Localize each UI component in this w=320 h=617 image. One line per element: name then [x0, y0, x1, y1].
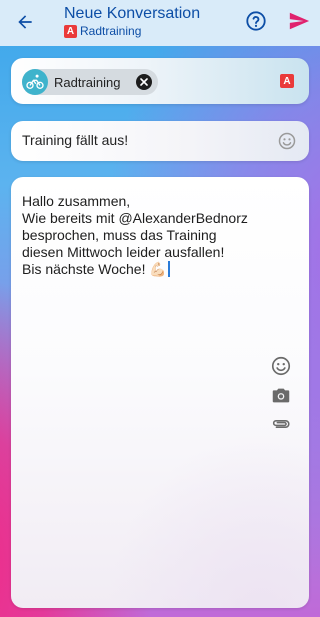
camera-icon[interactable]	[270, 384, 292, 406]
message-tools	[270, 355, 292, 442]
page-title: Neue Konversation	[64, 5, 201, 22]
recipients-field[interactable]: Radtraining A	[11, 58, 309, 104]
page-subtitle: Radtraining	[80, 24, 142, 38]
help-button[interactable]	[245, 10, 267, 32]
title-block: Neue Konversation A Radtraining	[64, 5, 200, 38]
message-body[interactable]: Hallo zusammen, Wie bereits mit @Alexand…	[22, 193, 282, 278]
app-bar: Neue Konversation A Radtraining	[0, 0, 320, 46]
message-line: besprochen, muss das Training	[22, 227, 217, 243]
message-line-last: Bis nächste Woche! 💪🏻	[22, 261, 282, 278]
subject-input[interactable]: Training fällt aus!	[22, 132, 128, 148]
group-badge-icon[interactable]: A	[280, 74, 294, 88]
subject-field[interactable]: Training fällt aus!	[11, 121, 309, 161]
subtitle-row: A Radtraining	[64, 24, 200, 38]
message-line-text: Bis nächste Woche! 💪🏻	[22, 261, 167, 277]
cyclist-icon	[22, 69, 48, 95]
recipient-chip-label: Radtraining	[54, 74, 121, 90]
group-badge-icon: A	[64, 24, 77, 38]
send-button[interactable]	[288, 10, 310, 32]
message-line: Hallo zusammen,	[22, 193, 131, 209]
message-field[interactable]: Hallo zusammen, Wie bereits mit @Alexand…	[11, 177, 309, 608]
back-button[interactable]	[11, 8, 39, 36]
recipient-chip[interactable]: Radtraining	[22, 69, 158, 95]
close-icon[interactable]	[136, 74, 152, 90]
paperclip-icon[interactable]	[270, 413, 292, 435]
smiley-icon[interactable]	[277, 131, 297, 151]
smiley-icon[interactable]	[270, 355, 292, 377]
message-line: Wie bereits mit @AlexanderBednorz	[22, 210, 248, 226]
text-cursor	[167, 261, 170, 277]
message-line: diesen Mittwoch leider ausfallen!	[22, 244, 225, 260]
arrow-left-icon	[18, 15, 32, 29]
